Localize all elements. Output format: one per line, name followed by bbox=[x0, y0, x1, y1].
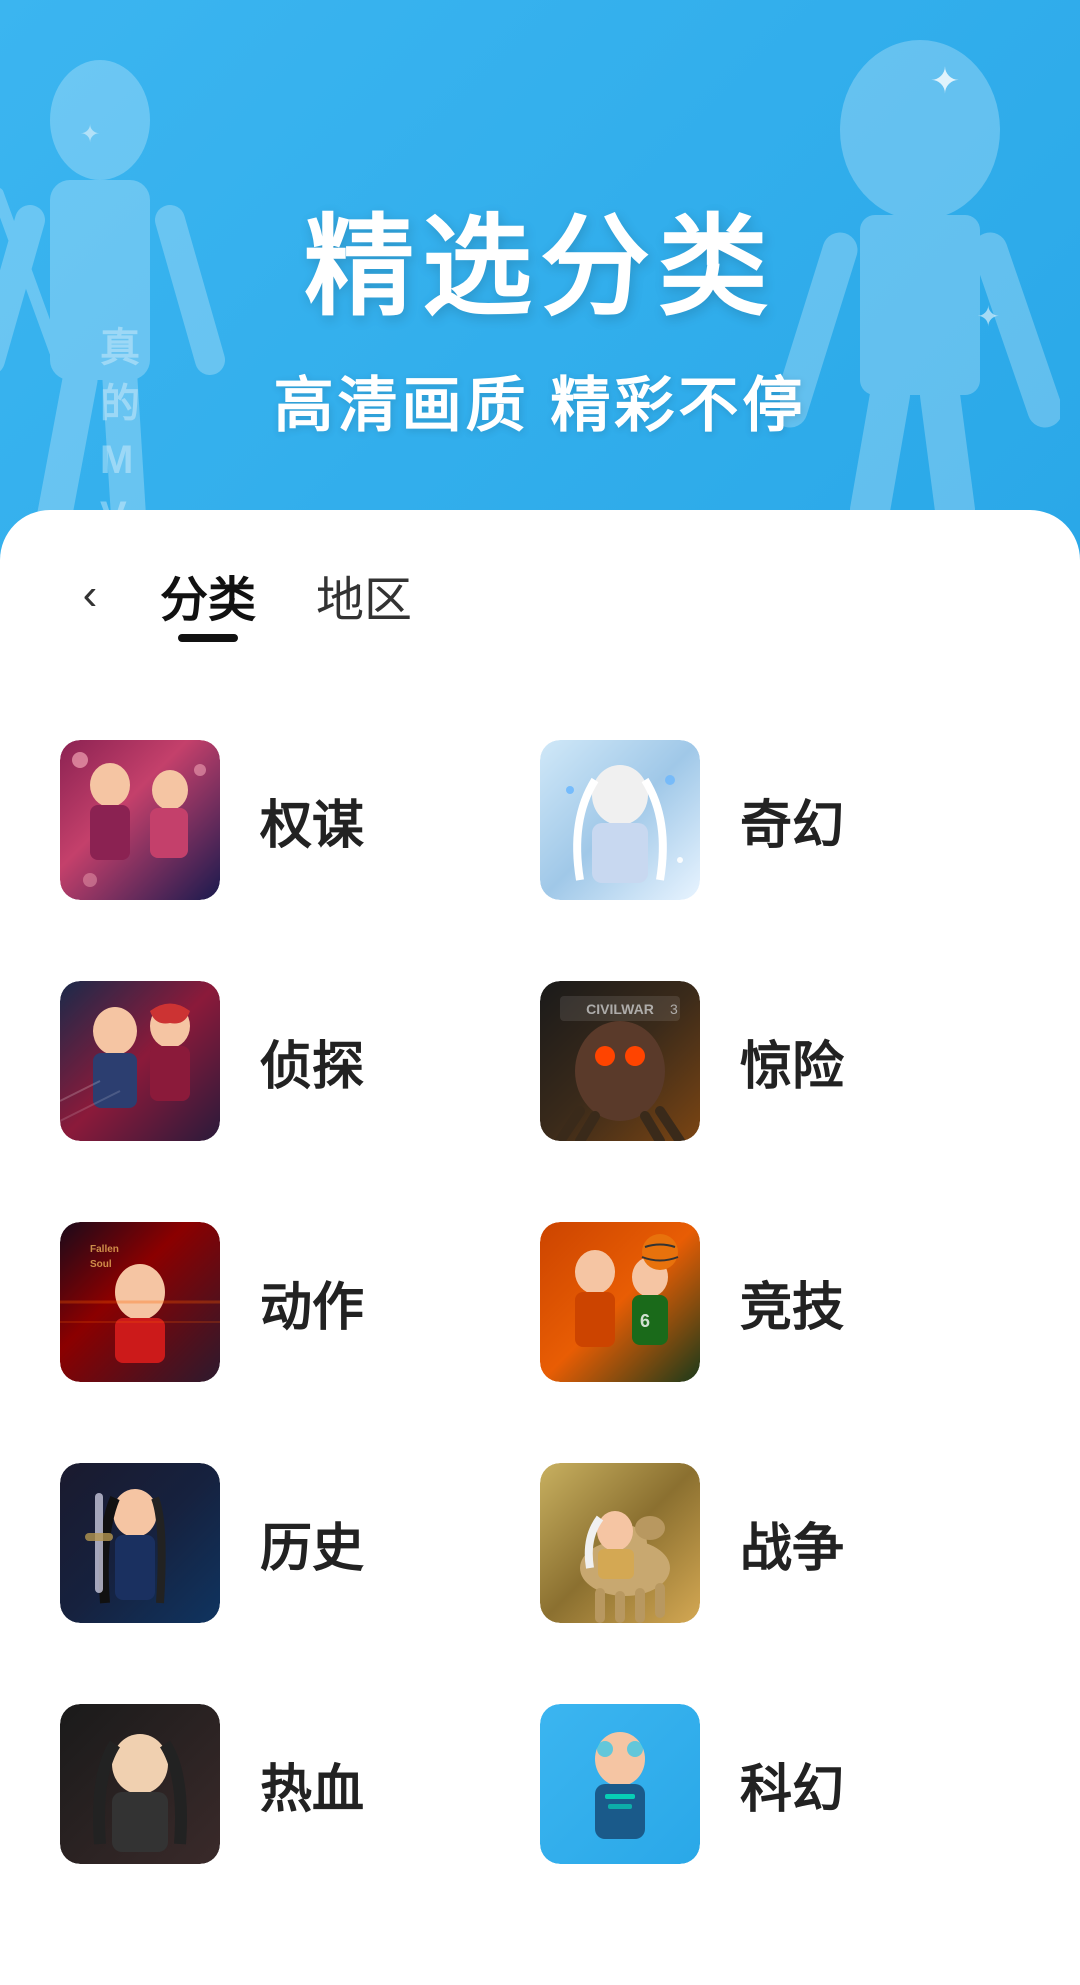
category-item-bottom1[interactable]: 热血 bbox=[60, 1704, 540, 1864]
svg-text:6: 6 bbox=[640, 1311, 650, 1331]
category-name-quanmou: 权谋 bbox=[260, 783, 364, 858]
categories-grid: 权谋 bbox=[60, 700, 1020, 1905]
category-item-zhanzhen[interactable]: 战争 bbox=[540, 1463, 1020, 1623]
category-name-jingji: 竞技 bbox=[740, 1265, 844, 1340]
svg-text:Fallen: Fallen bbox=[90, 1244, 119, 1255]
category-item-lishi[interactable]: 历史 bbox=[60, 1463, 540, 1623]
back-icon: ‹ bbox=[83, 573, 98, 617]
hero-title: 精选分类 bbox=[304, 177, 776, 337]
category-row-5: 热血 bbox=[60, 1664, 1020, 1905]
content-card: ‹ 分类 地区 bbox=[0, 510, 1080, 1985]
category-name-bottom2: 科幻 bbox=[740, 1747, 844, 1822]
tab-region[interactable]: 地区 bbox=[316, 560, 412, 630]
category-item-zhentan[interactable]: 侦探 bbox=[60, 981, 540, 1141]
category-cover-quanmou bbox=[60, 740, 220, 900]
back-button[interactable]: ‹ bbox=[60, 565, 120, 625]
category-cover-qihuan bbox=[540, 740, 700, 900]
category-item-quanmou[interactable]: 权谋 bbox=[60, 740, 540, 900]
category-name-zhentan: 侦探 bbox=[260, 1024, 364, 1099]
category-cover-bottom1 bbox=[60, 1704, 220, 1864]
svg-text:3: 3 bbox=[670, 1001, 678, 1017]
nav-bar: ‹ 分类 地区 bbox=[60, 510, 1020, 660]
category-item-bottom2[interactable]: 科幻 bbox=[540, 1704, 1020, 1864]
category-item-qihuan[interactable]: 奇幻 bbox=[540, 740, 1020, 900]
category-row-3: Fallen Soul 动作 bbox=[60, 1182, 1020, 1423]
category-name-qihuan: 奇幻 bbox=[740, 783, 844, 858]
category-cover-jingxian: CIVILWAR 3 bbox=[540, 981, 700, 1141]
category-row-1: 权谋 bbox=[60, 700, 1020, 941]
category-row-4: 历史 bbox=[60, 1423, 1020, 1664]
category-cover-dongzuo: Fallen Soul bbox=[60, 1222, 220, 1382]
star-decoration-3: ✦ bbox=[977, 300, 1000, 333]
category-name-bottom1: 热血 bbox=[260, 1747, 364, 1822]
svg-text:CIVILWAR: CIVILWAR bbox=[586, 1001, 654, 1017]
category-name-zhanzhen: 战争 bbox=[740, 1506, 844, 1581]
category-cover-lishi bbox=[60, 1463, 220, 1623]
category-row-2: 侦探 CIVI bbox=[60, 941, 1020, 1182]
category-item-jingji[interactable]: 6 竞技 bbox=[540, 1222, 1020, 1382]
category-cover-zhentan bbox=[60, 981, 220, 1141]
category-name-dongzuo: 动作 bbox=[260, 1265, 364, 1340]
hero-section: ✦ ✦ ✦ 真 的 M V 精选分类 高清画质 精彩不停 bbox=[0, 0, 1080, 560]
star-decoration-1: ✦ bbox=[930, 60, 960, 102]
category-name-lishi: 历史 bbox=[260, 1506, 364, 1581]
category-name-jingxian: 惊险 bbox=[740, 1024, 844, 1099]
category-cover-bottom2 bbox=[540, 1704, 700, 1864]
category-cover-jingji: 6 bbox=[540, 1222, 700, 1382]
category-item-dongzuo[interactable]: Fallen Soul 动作 bbox=[60, 1222, 540, 1382]
nav-tabs: 分类 地区 bbox=[160, 560, 412, 630]
star-decoration-2: ✦ bbox=[80, 120, 100, 149]
category-item-jingxian[interactable]: CIVILWAR 3 惊险 bbox=[540, 981, 1020, 1141]
tab-category[interactable]: 分类 bbox=[160, 560, 256, 630]
category-cover-zhanzhen bbox=[540, 1463, 700, 1623]
manga-bg-right bbox=[780, 30, 1060, 530]
svg-text:Soul: Soul bbox=[90, 1259, 112, 1270]
hero-subtitle: 高清画质 精彩不停 bbox=[274, 357, 807, 444]
